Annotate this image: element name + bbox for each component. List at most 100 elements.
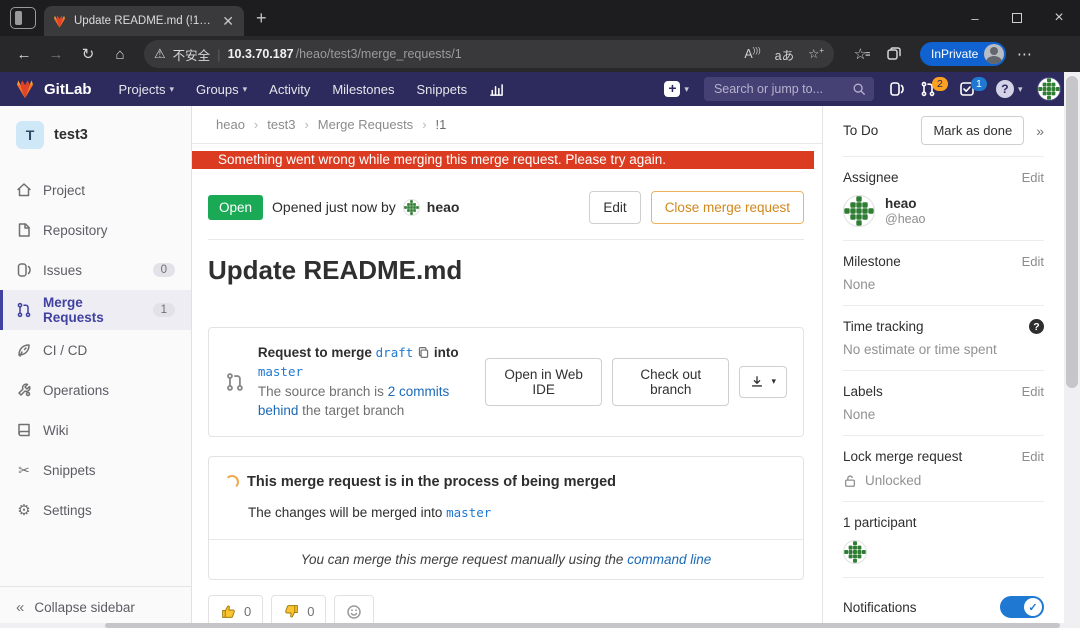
- collapse-sidebar-button[interactable]: « Collapse sidebar: [0, 586, 191, 628]
- help-icon: ?: [995, 80, 1014, 98]
- edit-button[interactable]: Edit: [589, 190, 641, 224]
- author-name[interactable]: heao: [427, 199, 460, 215]
- nav-groups[interactable]: Groups ▾: [187, 82, 256, 97]
- breadcrumb-group[interactable]: heao: [216, 117, 245, 132]
- nav-milestones[interactable]: Milestones: [323, 82, 403, 97]
- home-button[interactable]: ⌂: [106, 40, 134, 68]
- analytics-chart-icon[interactable]: [480, 82, 513, 97]
- close-merge-request-button[interactable]: Close merge request: [650, 190, 804, 224]
- nav-activity[interactable]: Activity: [260, 82, 319, 97]
- issues-icon[interactable]: [889, 81, 905, 97]
- milestone-section: Milestone Edit None: [843, 241, 1044, 306]
- sidebar-item-wiki[interactable]: Wiki: [0, 410, 191, 450]
- rocket-icon: [18, 344, 30, 357]
- window-minimize-button[interactable]: –: [954, 0, 996, 36]
- checkout-branch-button[interactable]: Check out branch: [611, 357, 730, 406]
- error-alert: Something went wrong while merging this …: [192, 151, 814, 169]
- notifications-toggle[interactable]: ✓: [1000, 596, 1044, 618]
- tab-workspaces-icon[interactable]: [10, 7, 36, 29]
- search-input[interactable]: [703, 77, 874, 101]
- time-tracking-help-icon[interactable]: ?: [1029, 319, 1044, 334]
- sidebar-item-project[interactable]: Project: [0, 170, 191, 210]
- lock-section: Lock merge request Edit Unlocked: [843, 436, 1044, 502]
- horizontal-scrollbar[interactable]: [0, 623, 1064, 628]
- home-icon: [17, 183, 31, 197]
- new-menu-button[interactable]: + ▾: [664, 81, 689, 97]
- assignee-section: Assignee Edit heao @heao: [843, 157, 1044, 241]
- mark-as-done-button[interactable]: Mark as done: [921, 116, 1025, 145]
- labels-edit-link[interactable]: Edit: [1022, 384, 1044, 399]
- vertical-scrollbar-thumb[interactable]: [1066, 76, 1078, 388]
- sidebar-item-operations[interactable]: Operations: [0, 370, 191, 410]
- manual-merge-text: You can merge this merge request manuall…: [300, 552, 624, 567]
- book-icon: [18, 423, 30, 437]
- window-maximize-button[interactable]: [996, 0, 1038, 36]
- browser-tab[interactable]: Update README.md (!1) · Merge ✕: [44, 6, 244, 36]
- command-line-link[interactable]: command line: [627, 552, 711, 567]
- download-dropdown-button[interactable]: ▾: [739, 365, 787, 398]
- sidebar-project-link[interactable]: T test3: [0, 106, 191, 162]
- back-button[interactable]: ←: [10, 40, 38, 68]
- merge-request-widget: Request to merge draft into master The s…: [208, 326, 804, 437]
- todos-count-badge: 1: [970, 77, 987, 91]
- milestone-edit-link[interactable]: Edit: [1022, 254, 1044, 269]
- issues-count-badge: 0: [152, 263, 175, 277]
- gear-icon: ⚙: [17, 502, 31, 519]
- todo-label: To Do: [843, 123, 879, 138]
- breadcrumb-mr-id[interactable]: !1: [436, 117, 447, 132]
- assignee-edit-link[interactable]: Edit: [1022, 170, 1044, 185]
- merge-requests-icon[interactable]: 2: [920, 77, 948, 97]
- todos-icon[interactable]: 1: [959, 77, 987, 97]
- forward-button[interactable]: →: [42, 40, 70, 68]
- user-avatar: [1037, 77, 1062, 101]
- request-to-merge-text: Request to merge: [257, 344, 372, 360]
- assignee-user[interactable]: heao @heao: [843, 195, 1044, 227]
- nav-snippets[interactable]: Snippets: [407, 82, 476, 97]
- thumbs-down-count: 0: [307, 604, 315, 619]
- sidebar-item-snippets[interactable]: ✂ Snippets: [0, 450, 191, 490]
- vertical-scrollbar[interactable]: [1064, 72, 1080, 628]
- merge-request-icon: [17, 302, 31, 318]
- window-close-button[interactable]: ×: [1038, 0, 1080, 36]
- thumbs-up-count: 0: [244, 604, 252, 619]
- collections-icon[interactable]: [880, 40, 908, 68]
- inprivate-badge[interactable]: InPrivate: [920, 42, 1007, 66]
- refresh-button[interactable]: ↻: [74, 40, 102, 68]
- status-target-branch-link[interactable]: master: [446, 505, 491, 520]
- author-avatar[interactable]: [402, 198, 420, 216]
- breadcrumb-section[interactable]: Merge Requests: [318, 117, 413, 132]
- assignee-avatar: [843, 195, 875, 227]
- add-favorite-icon[interactable]: ☆+: [808, 46, 824, 61]
- favorites-bar-icon[interactable]: ☆ ≡: [848, 40, 876, 68]
- nav-projects[interactable]: Projects ▾: [110, 82, 184, 97]
- translate-icon[interactable]: aあ: [775, 45, 794, 64]
- help-menu-button[interactable]: ? ▾: [995, 80, 1022, 98]
- address-bar[interactable]: ⚠ 不安全 | 10.3.70.187 /heao/test3/merge_re…: [144, 40, 834, 68]
- browser-toolbar: ← → ↻ ⌂ ⚠ 不安全 | 10.3.70.187 /heao/test3/…: [0, 36, 1080, 72]
- collapse-right-sidebar-icon[interactable]: »: [1036, 123, 1044, 139]
- sidebar-item-merge-requests[interactable]: Merge Requests 1: [0, 290, 191, 330]
- thumbs-down-icon: [285, 605, 299, 618]
- security-label[interactable]: 不安全: [173, 45, 211, 64]
- sidebar-item-issues[interactable]: Issues 0: [0, 250, 191, 290]
- url-host: 10.3.70.187: [227, 47, 294, 61]
- breadcrumb-project[interactable]: test3: [267, 117, 295, 132]
- lock-edit-link[interactable]: Edit: [1022, 449, 1044, 464]
- source-branch-link[interactable]: draft: [376, 345, 414, 360]
- notifications-label: Notifications: [843, 599, 917, 615]
- time-tracking-section: Time tracking ? No estimate or time spen…: [843, 306, 1044, 371]
- open-web-ide-button[interactable]: Open in Web IDE: [485, 357, 602, 406]
- sidebar-item-ci-cd[interactable]: CI / CD: [0, 330, 191, 370]
- target-branch-link[interactable]: master: [258, 364, 303, 379]
- read-aloud-icon[interactable]: A))): [744, 46, 760, 61]
- project-name: test3: [54, 127, 88, 143]
- browser-menu-icon[interactable]: ⋯: [1010, 40, 1038, 68]
- copy-branch-icon[interactable]: [417, 346, 430, 359]
- tab-close-icon[interactable]: ✕: [220, 14, 236, 28]
- sidebar-item-repository[interactable]: Repository: [0, 210, 191, 250]
- gitlab-home-link[interactable]: GitLab: [14, 79, 92, 99]
- sidebar-item-settings[interactable]: ⚙ Settings: [0, 490, 191, 530]
- new-tab-button[interactable]: +: [256, 8, 267, 29]
- participant-avatar[interactable]: [843, 540, 867, 564]
- horizontal-scrollbar-thumb[interactable]: [105, 623, 1060, 628]
